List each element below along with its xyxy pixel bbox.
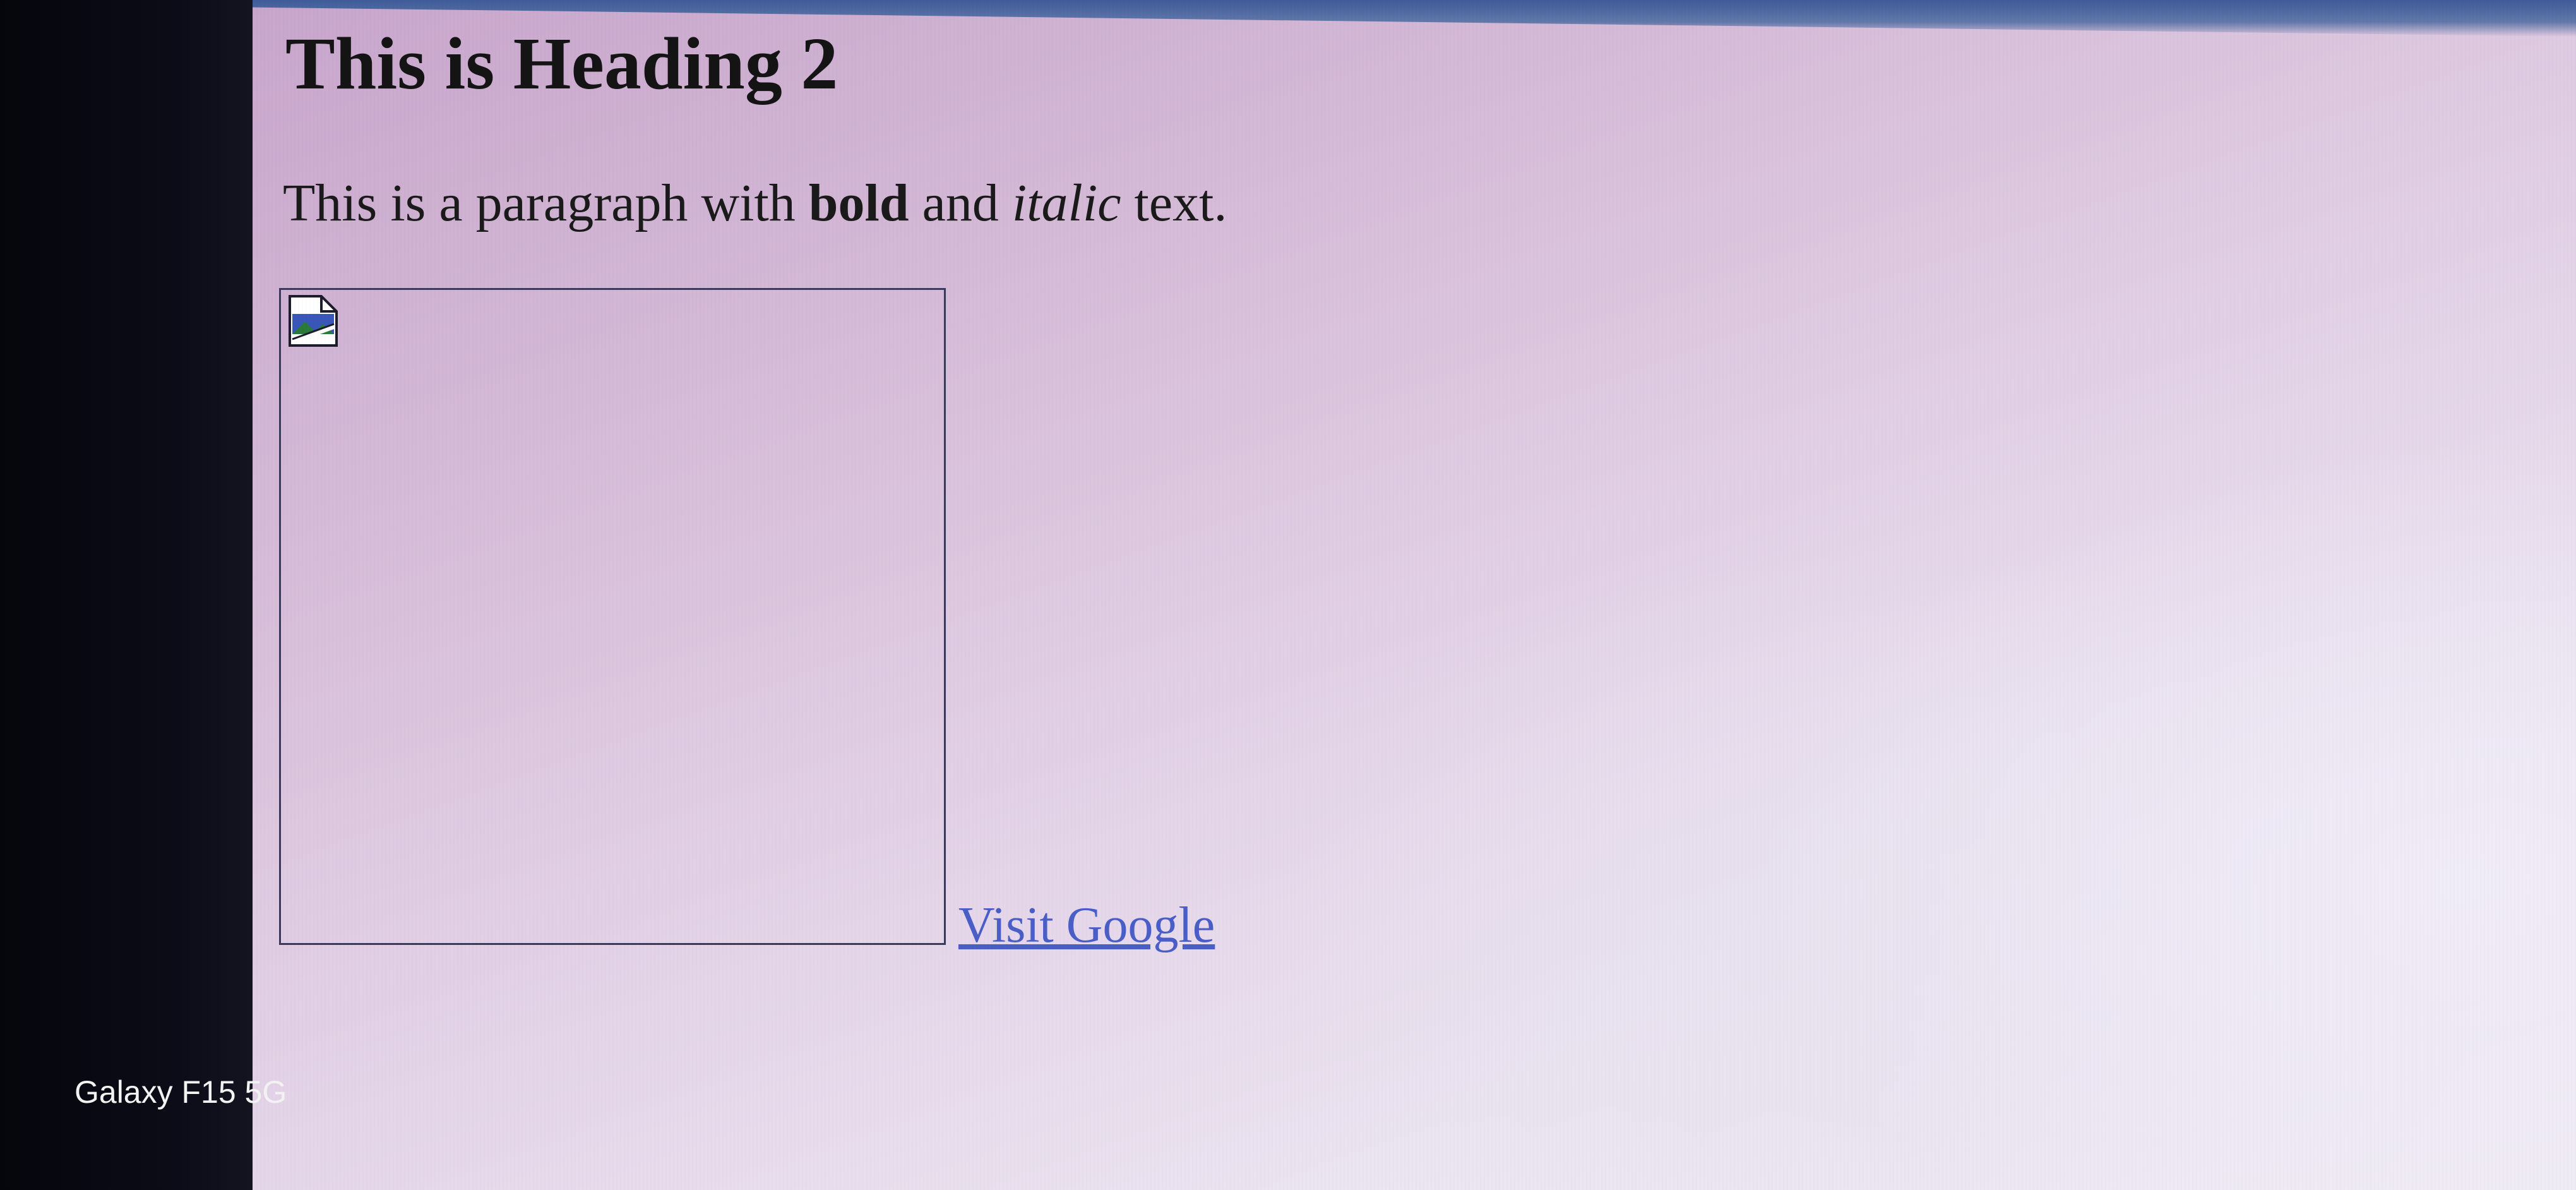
monitor-bezel [0, 0, 253, 1190]
paragraph-text-middle: and [909, 174, 1012, 232]
page-paragraph: This is a paragraph with bold and italic… [283, 172, 1227, 236]
paragraph-bold-text: bold [808, 174, 909, 232]
browser-viewport: This is Heading 2 This is a paragraph wi… [253, 0, 2576, 1190]
broken-image [279, 288, 946, 945]
paragraph-text-end: text. [1121, 174, 1227, 232]
broken-image-icon [289, 295, 338, 347]
visit-google-link[interactable]: Visit Google [958, 897, 1215, 954]
page-heading: This is Heading 2 [285, 22, 838, 105]
paragraph-text-start: This is a paragraph with [283, 174, 809, 232]
paragraph-italic-text: italic [1011, 174, 1121, 232]
camera-watermark: Galaxy F15 5G [75, 1074, 287, 1110]
